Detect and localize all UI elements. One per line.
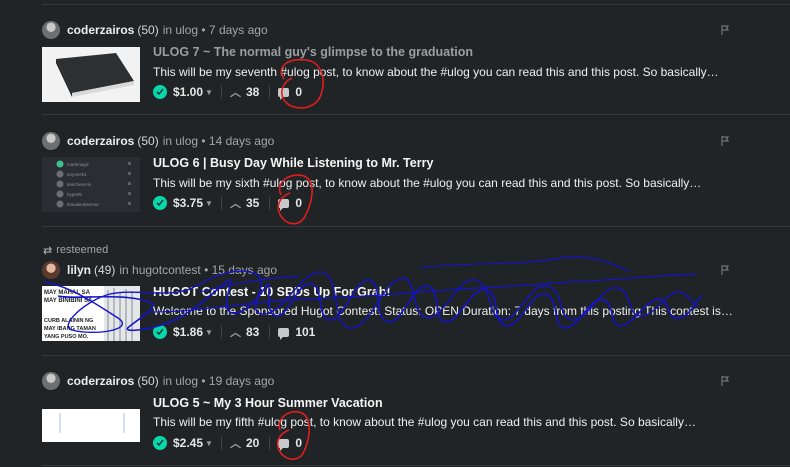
author-name[interactable]: coderzairos bbox=[67, 374, 134, 388]
post-summary[interactable]: Welcome to the Sponsored Hugot Contest! … bbox=[153, 304, 733, 318]
steem-coin-icon bbox=[153, 196, 167, 210]
post-title[interactable]: HUGOT Contest - 10 SBDs Up For Grab! bbox=[153, 285, 391, 299]
post-meta: in hugotcontest • 15 days ago bbox=[119, 263, 278, 277]
steem-coin-icon bbox=[153, 436, 167, 450]
post-stats: $1.00 ▼ ︿ 38 0 bbox=[153, 83, 302, 101]
author-reputation: (50) bbox=[137, 23, 159, 37]
upvote-chevron-icon[interactable]: ︿ bbox=[230, 435, 241, 451]
post-summary[interactable]: This will be my fifth #ulog post, to kno… bbox=[153, 415, 696, 429]
divider bbox=[42, 114, 790, 115]
payout-amount[interactable]: $1.00 bbox=[173, 85, 203, 99]
chevron-down-icon[interactable]: ▼ bbox=[205, 88, 213, 97]
payout-amount[interactable]: $1.86 bbox=[173, 325, 203, 339]
author-reputation: (50) bbox=[137, 374, 159, 388]
divider bbox=[42, 465, 790, 466]
book-photo bbox=[56, 53, 134, 97]
upvote-chevron-icon[interactable]: ︿ bbox=[230, 324, 241, 340]
divider bbox=[269, 325, 271, 339]
post-stats: $3.75 ▼ ︿ 35 0 bbox=[153, 194, 302, 212]
divider bbox=[269, 85, 271, 99]
post-summary[interactable]: This will be my sixth #ulog post, to kno… bbox=[153, 176, 701, 190]
voters-list-image: markmagic anyone01 tiancheemin hype05 ti… bbox=[56, 160, 131, 208]
vote-count[interactable]: 83 bbox=[246, 325, 259, 339]
steem-coin-icon bbox=[153, 85, 167, 99]
author-avatar[interactable] bbox=[42, 21, 60, 39]
divider bbox=[269, 196, 271, 210]
post-feed: coderzairos (50) in ulog • 7 days ago UL… bbox=[0, 0, 790, 467]
thumbnail-image bbox=[59, 413, 125, 433]
divider bbox=[220, 196, 222, 210]
hugot-poster-image: MAY MAHAL SA MAY BINIBINI SA CURB ALAINI… bbox=[44, 286, 140, 341]
divider bbox=[42, 4, 790, 5]
divider bbox=[42, 355, 790, 356]
divider bbox=[220, 85, 222, 99]
post-meta: in ulog • 7 days ago bbox=[162, 23, 268, 37]
vote-count[interactable]: 38 bbox=[246, 85, 259, 99]
comment-count[interactable]: 0 bbox=[295, 436, 302, 450]
comment-icon[interactable] bbox=[278, 87, 290, 100]
voter-name: hype05 bbox=[67, 192, 82, 197]
post-header: coderzairos (50) in ulog • 19 days ago bbox=[42, 371, 274, 391]
post-header: lilyn (49) in hugotcontest • 15 days ago bbox=[42, 260, 277, 280]
poster-text: MAY BINIBINI SA bbox=[44, 298, 93, 304]
poster-text: CURB ALAININ NG bbox=[44, 318, 93, 324]
post-stats: $2.45 ▼ ︿ 20 0 bbox=[153, 434, 302, 452]
chevron-down-icon[interactable]: ▼ bbox=[205, 328, 213, 337]
vote-count[interactable]: 20 bbox=[246, 436, 259, 450]
flag-icon[interactable] bbox=[721, 136, 730, 146]
author-reputation: (50) bbox=[137, 134, 159, 148]
comment-count[interactable]: 0 bbox=[295, 196, 302, 210]
post-title[interactable]: ULOG 5 ~ My 3 Hour Summer Vacation bbox=[153, 396, 383, 410]
comment-icon[interactable] bbox=[278, 327, 290, 340]
voter-name: tiancheemin bbox=[67, 182, 92, 187]
post-header: coderzairos (50) in ulog • 14 days ago bbox=[42, 131, 274, 151]
post-title[interactable]: ULOG 7 ~ The normal guy's glimpse to the… bbox=[153, 45, 473, 59]
payout-amount[interactable]: $2.45 bbox=[173, 436, 203, 450]
resteem-label: resteemed bbox=[56, 244, 109, 256]
author-avatar[interactable] bbox=[42, 372, 60, 390]
post-stats: $1.86 ▼ ︿ 83 101 bbox=[153, 323, 315, 341]
comment-count[interactable]: 0 bbox=[295, 85, 302, 99]
divider bbox=[220, 325, 222, 339]
comment-icon[interactable] bbox=[278, 198, 290, 211]
flag-icon[interactable] bbox=[721, 265, 730, 275]
author-avatar[interactable] bbox=[42, 132, 60, 150]
resteem-icon: ⇄ bbox=[43, 244, 53, 257]
post-summary[interactable]: This will be my seventh #ulog post, to k… bbox=[153, 65, 719, 79]
comment-count[interactable]: 101 bbox=[295, 325, 315, 339]
author-avatar[interactable] bbox=[42, 261, 60, 279]
divider bbox=[220, 436, 222, 450]
post-meta: in ulog • 14 days ago bbox=[162, 134, 275, 148]
chevron-down-icon[interactable]: ▼ bbox=[205, 439, 213, 448]
voter-name: markmagic bbox=[67, 162, 90, 167]
comment-icon[interactable] bbox=[278, 438, 290, 451]
author-reputation: (49) bbox=[94, 263, 116, 277]
author-name[interactable]: coderzairos bbox=[67, 134, 134, 148]
voter-name: titanaleukserme bbox=[67, 202, 99, 207]
author-name[interactable]: coderzairos bbox=[67, 23, 134, 37]
steem-coin-icon bbox=[153, 325, 167, 339]
poster-text: MAY MAHAL SA bbox=[44, 290, 91, 296]
upvote-chevron-icon[interactable]: ︿ bbox=[230, 84, 241, 100]
flag-icon[interactable] bbox=[721, 25, 730, 35]
post-title[interactable]: ULOG 6 | Busy Day While Listening to Mr.… bbox=[153, 156, 433, 170]
post-meta: in ulog • 19 days ago bbox=[162, 374, 275, 388]
post-thumbnail[interactable]: markmagic anyone01 tiancheemin hype05 ti… bbox=[42, 157, 140, 212]
flag-icon[interactable] bbox=[721, 376, 730, 386]
chevron-down-icon[interactable]: ▼ bbox=[205, 199, 213, 208]
vote-count[interactable]: 35 bbox=[246, 196, 259, 210]
payout-amount[interactable]: $3.75 bbox=[173, 196, 203, 210]
post-header: coderzairos (50) in ulog • 7 days ago bbox=[42, 20, 268, 40]
divider bbox=[269, 436, 271, 450]
post-thumbnail[interactable] bbox=[42, 409, 140, 442]
post-thumbnail[interactable] bbox=[42, 47, 140, 102]
divider bbox=[42, 226, 790, 227]
resteem-indicator: ⇄ resteemed bbox=[43, 243, 108, 257]
post-thumbnail[interactable]: MAY MAHAL SA MAY BINIBINI SA CURB ALAINI… bbox=[42, 286, 140, 341]
upvote-chevron-icon[interactable]: ︿ bbox=[230, 195, 241, 211]
voter-name: anyone01 bbox=[67, 172, 87, 177]
poster-text: MAY IBANG TAMAN bbox=[44, 326, 96, 332]
poster-text: YANG PUSO MO. bbox=[44, 334, 89, 340]
author-name[interactable]: lilyn bbox=[67, 263, 91, 277]
